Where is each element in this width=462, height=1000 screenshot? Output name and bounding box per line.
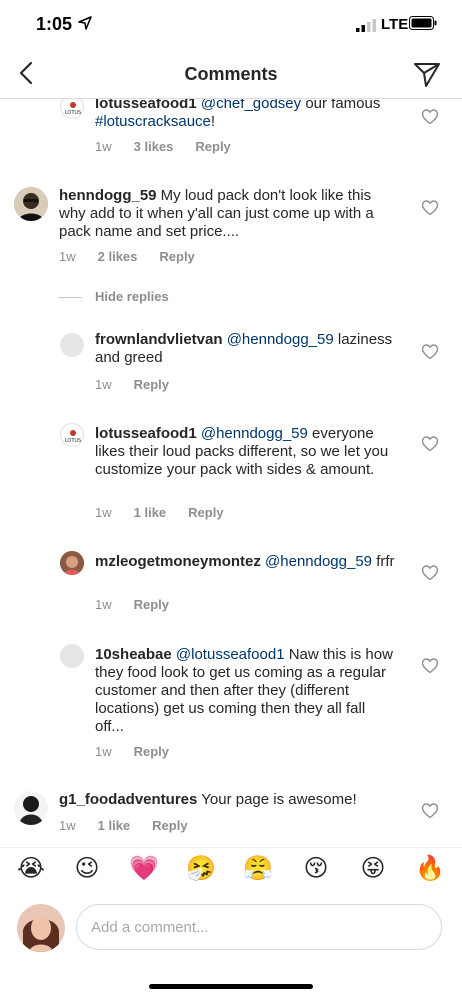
- user-photo-icon: [14, 187, 48, 221]
- comment-meta: 1w Reply: [95, 377, 191, 392]
- comment-username[interactable]: lotusseafood1: [95, 425, 197, 442]
- comment-text: g1_foodadventures Your page is awesome!: [59, 791, 357, 808]
- comment-username[interactable]: lotusseafood1: [95, 99, 197, 112]
- lotus-logo-icon: LOTUS: [65, 102, 81, 116]
- comment-likes[interactable]: 1 like: [98, 818, 131, 833]
- battery-icon: [409, 16, 437, 30]
- comments-list[interactable]: LOTUS lotusseafood1 @chef_godsey our fam…: [0, 99, 462, 839]
- network-label: LTE: [381, 16, 409, 33]
- comment-age: 1w: [95, 597, 112, 612]
- reply-button[interactable]: Reply: [152, 818, 187, 833]
- heart-icon[interactable]: [421, 199, 439, 217]
- lotus-logo-icon: LOTUS: [65, 430, 81, 444]
- comment-meta: 1w Reply: [95, 597, 191, 612]
- emoji-loudly-crying[interactable]: 😭: [16, 854, 46, 884]
- avatar[interactable]: LOTUS: [60, 99, 84, 119]
- comment-meta: 1w 3 likes Reply: [95, 139, 253, 154]
- avatar[interactable]: [60, 551, 84, 575]
- comment-hashtag[interactable]: #lotuscracksauce: [95, 113, 211, 130]
- avatar[interactable]: [60, 333, 84, 357]
- reply-button[interactable]: Reply: [159, 249, 194, 264]
- heart-icon[interactable]: [421, 657, 439, 675]
- comment-text: lotusseafood1 @chef_godsey our famous #l…: [95, 99, 405, 131]
- comment-text: henndogg_59 My loud pack don't look like…: [59, 187, 374, 240]
- comment-likes[interactable]: 3 likes: [134, 139, 174, 154]
- comment-likes[interactable]: 1 like: [134, 505, 167, 520]
- heart-icon[interactable]: [421, 343, 439, 361]
- comment-username[interactable]: g1_foodadventures: [59, 791, 197, 808]
- emoji-sneezing[interactable]: 🤧: [186, 854, 216, 884]
- divider: [58, 297, 82, 299]
- user-photo-icon: [17, 904, 65, 952]
- heart-icon[interactable]: [421, 108, 439, 126]
- comment-age: 1w: [59, 818, 76, 833]
- emoji-wink[interactable]: 😉: [72, 854, 102, 884]
- signal-icon: [356, 19, 376, 32]
- comment-username[interactable]: mzleogetmoneymontez: [95, 553, 261, 570]
- comment-mention[interactable]: @henndogg_59: [227, 331, 334, 348]
- comment-text: mzleogetmoneymontez @henndogg_59 frfr: [95, 553, 395, 570]
- comment-username[interactable]: henndogg_59: [59, 187, 157, 204]
- reply-button[interactable]: Reply: [134, 744, 169, 759]
- comment-likes[interactable]: 2 likes: [98, 249, 138, 264]
- svg-text:LOTUS: LOTUS: [65, 438, 81, 444]
- comment-age: 1w: [95, 744, 112, 759]
- emoji-huffing[interactable]: 😤: [243, 854, 273, 884]
- comment-mention[interactable]: @chef_godsey: [201, 99, 301, 112]
- comment-mention[interactable]: @henndogg_59: [265, 553, 372, 570]
- svg-text:LOTUS: LOTUS: [65, 110, 81, 116]
- user-photo-icon: [14, 791, 48, 825]
- comment-text: frownlandvlietvan @henndogg_59 laziness …: [95, 331, 393, 366]
- status-bar: 1:05 LTE: [0, 0, 462, 50]
- emoji-bar: 😭 😉 💗 🤧 😤 😚 😝 🔥: [0, 847, 462, 892]
- comment-age: 1w: [95, 505, 112, 520]
- emoji-kissing[interactable]: 😚: [301, 854, 331, 884]
- comment-meta: 1w 1 like Reply: [95, 505, 246, 520]
- avatar[interactable]: [14, 791, 48, 825]
- avatar[interactable]: [14, 187, 48, 221]
- reply-button[interactable]: Reply: [188, 505, 223, 520]
- comment-text: 10sheabae @lotusseafood1 Naw this is how…: [95, 646, 393, 735]
- comment-username[interactable]: frownlandvlietvan: [95, 331, 223, 348]
- comment-age: 1w: [95, 377, 112, 392]
- comment-mention[interactable]: @henndogg_59: [201, 425, 308, 442]
- reply-button[interactable]: Reply: [134, 597, 169, 612]
- location-arrow-icon: [78, 16, 92, 30]
- direct-send-icon[interactable]: [412, 59, 442, 89]
- page-title: Comments: [184, 64, 278, 84]
- heart-icon[interactable]: [421, 564, 439, 582]
- user-photo-icon: [60, 551, 84, 575]
- comment-username[interactable]: 10sheabae: [95, 646, 172, 663]
- heart-icon[interactable]: [421, 435, 439, 453]
- reply-button[interactable]: Reply: [134, 377, 169, 392]
- avatar[interactable]: [60, 644, 84, 668]
- emoji-tongue-squint[interactable]: 😝: [358, 854, 388, 884]
- comment-input[interactable]: [76, 904, 442, 950]
- home-indicator: [149, 984, 313, 989]
- comment-meta: 1w 2 likes Reply: [59, 249, 217, 264]
- avatar[interactable]: LOTUS: [60, 423, 84, 447]
- comment-text: lotusseafood1 @henndogg_59 everyone like…: [95, 425, 389, 478]
- comment-age: 1w: [95, 139, 112, 154]
- comment-mention[interactable]: @lotusseafood1: [176, 646, 285, 663]
- heart-icon[interactable]: [421, 802, 439, 820]
- comment-meta: 1w 1 like Reply: [59, 818, 210, 833]
- comment-meta: 1w Reply: [95, 744, 191, 759]
- clock: 1:05: [36, 14, 73, 34]
- current-user-avatar: [17, 904, 65, 952]
- comment-composer: [0, 896, 462, 966]
- emoji-growing-heart[interactable]: 💗: [129, 854, 159, 884]
- nav-bar: Comments: [0, 50, 462, 99]
- reply-button[interactable]: Reply: [195, 139, 230, 154]
- comment-age: 1w: [59, 249, 76, 264]
- emoji-fire[interactable]: 🔥: [415, 854, 445, 884]
- hide-replies-button[interactable]: Hide replies: [58, 289, 169, 304]
